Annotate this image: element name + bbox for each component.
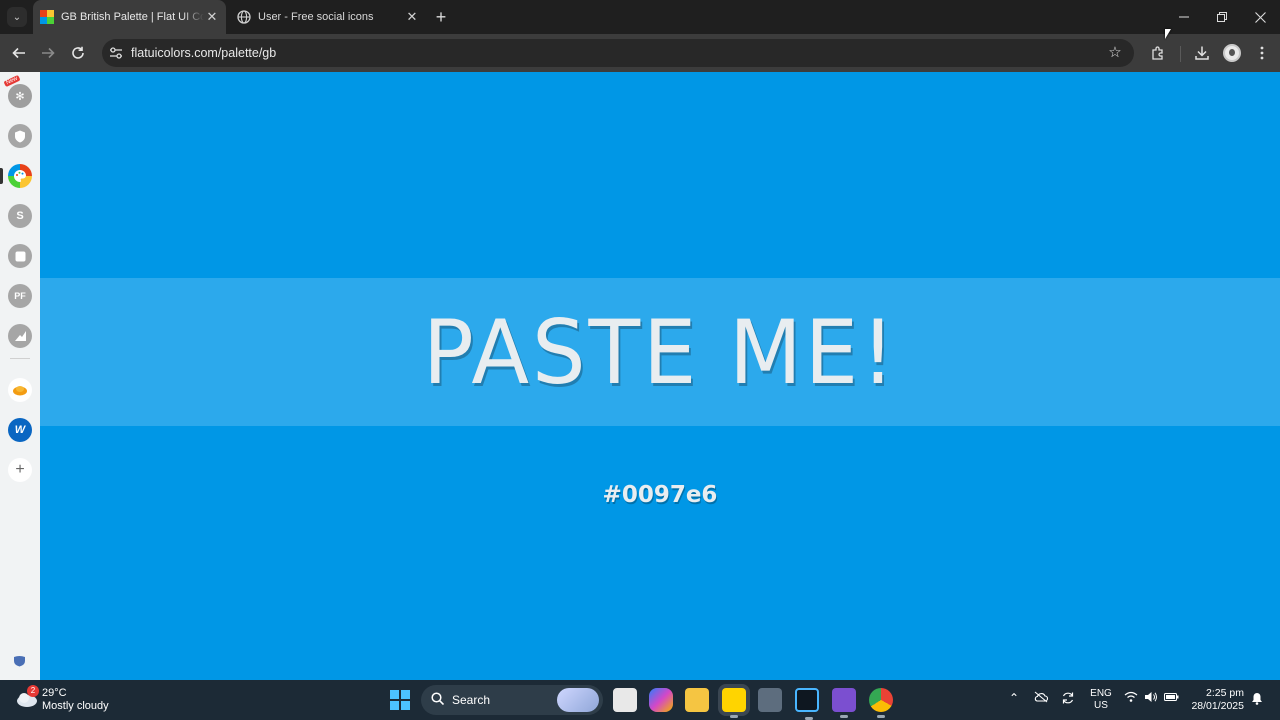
side-panel: ✻ New S PF W + xyxy=(0,72,40,680)
menu-dots-icon[interactable] xyxy=(1252,43,1272,63)
address-bar[interactable]: flatuicolors.com/palette/gb ☆ xyxy=(102,39,1134,67)
taskbar-search[interactable]: Search xyxy=(421,685,603,715)
language-code: ENG xyxy=(1090,688,1112,699)
shield-app-icon[interactable] xyxy=(8,124,32,148)
tab-search-button[interactable]: ⌄ xyxy=(7,7,27,27)
sync-icon[interactable] xyxy=(1061,691,1075,708)
paste-me-headline: PASTE ME! xyxy=(422,300,898,404)
tab-close-icon[interactable]: ✕ xyxy=(204,9,220,25)
tab-title: User - Free social icons xyxy=(258,11,374,23)
bookmark-star-icon[interactable]: ☆ xyxy=(1106,44,1124,62)
url-text: flatuicolors.com/palette/gb xyxy=(131,46,277,60)
visual-studio-icon[interactable] xyxy=(832,688,856,718)
clock-date: 28/01/2025 xyxy=(1191,700,1244,712)
terminal-app-icon[interactable] xyxy=(795,688,819,720)
extensions-icon[interactable] xyxy=(1148,43,1168,63)
s-app-icon[interactable]: S xyxy=(8,204,32,228)
browser-toolbar: flatuicolors.com/palette/gb ☆ xyxy=(0,34,1280,72)
sidebar-bottom-icon[interactable] xyxy=(13,654,26,667)
file-explorer-icon[interactable] xyxy=(685,688,709,712)
wifi-icon[interactable] xyxy=(1124,691,1138,706)
sticky-notes-icon[interactable] xyxy=(722,688,746,718)
browser-titlebar: ⌄ GB British Palette | Flat UI Colors ✕ … xyxy=(0,0,1280,34)
notification-bell-icon[interactable] xyxy=(1251,692,1263,708)
battery-icon[interactable] xyxy=(1164,691,1179,705)
start-button[interactable] xyxy=(390,690,410,710)
add-app-icon[interactable]: + xyxy=(8,458,32,482)
tab-close-icon[interactable]: ✕ xyxy=(404,9,420,25)
forward-button[interactable] xyxy=(37,42,59,64)
restore-icon xyxy=(1217,12,1227,22)
square-app-icon[interactable] xyxy=(8,244,32,268)
task-view-icon[interactable] xyxy=(613,688,637,712)
tab-user-social-icons[interactable]: User - Free social icons ✕ xyxy=(230,0,426,34)
arrow-left-icon xyxy=(12,47,25,59)
download-icon[interactable] xyxy=(1192,43,1212,63)
search-highlight-image xyxy=(557,688,599,712)
w-app-icon[interactable]: W xyxy=(8,418,32,442)
chevron-up-icon[interactable]: ⌃ xyxy=(1009,691,1019,705)
back-button[interactable] xyxy=(8,42,30,64)
close-icon xyxy=(1254,11,1266,23)
reload-icon xyxy=(72,46,84,59)
orange-app-icon[interactable] xyxy=(8,378,32,402)
mouse-cursor xyxy=(1165,29,1171,39)
volume-icon[interactable] xyxy=(1144,691,1158,706)
sidebar-divider xyxy=(10,358,30,359)
globe-icon xyxy=(237,10,251,24)
weather-description: Mostly cloudy xyxy=(42,700,109,712)
minimize-icon xyxy=(1179,16,1189,18)
chrome-icon[interactable] xyxy=(869,688,893,718)
toolbar-divider xyxy=(1180,46,1181,62)
headline-band: PASTE ME! xyxy=(40,278,1280,426)
flatui-favicon-icon xyxy=(40,10,54,24)
active-indicator xyxy=(0,168,3,184)
color-copied-overlay[interactable]: PASTE ME! #0097e6 xyxy=(40,72,1280,680)
snowflake-app-icon[interactable]: ✻ xyxy=(8,84,32,108)
clock-time: 2:25 pm xyxy=(1206,687,1244,699)
tab-title: GB British Palette | Flat UI Colors xyxy=(61,11,204,23)
pf-app-icon[interactable]: PF xyxy=(8,284,32,308)
language-indicator[interactable]: ENG US xyxy=(1090,688,1112,712)
copied-color-hex: #0097e6 xyxy=(602,482,718,508)
system-clock[interactable]: 2:25 pm 28/01/2025 xyxy=(1188,687,1244,713)
tools-app-icon[interactable] xyxy=(758,688,782,712)
search-icon xyxy=(431,692,445,708)
reload-button[interactable] xyxy=(67,42,89,64)
weather-temperature: 29°C xyxy=(42,687,67,699)
palette-app-icon[interactable] xyxy=(8,164,32,188)
search-label: Search xyxy=(452,693,491,707)
tab-british-palette[interactable]: GB British Palette | Flat UI Colors ✕ xyxy=(33,0,226,34)
copilot-icon[interactable] xyxy=(649,688,673,712)
region-code: US xyxy=(1094,700,1108,711)
profile-avatar[interactable] xyxy=(1223,44,1241,62)
weather-badge: 2 xyxy=(27,685,39,697)
windows-taskbar: 2 29°C Mostly cloudy Search ⌃ ENG US 2:2… xyxy=(0,680,1280,720)
chart-app-icon[interactable] xyxy=(8,324,32,348)
cloud-offline-icon[interactable] xyxy=(1034,691,1049,706)
new-tab-button[interactable]: + xyxy=(432,8,450,26)
site-info-icon[interactable] xyxy=(108,45,124,61)
arrow-right-icon xyxy=(42,47,55,59)
close-window-button[interactable] xyxy=(1241,0,1279,34)
restore-button[interactable] xyxy=(1203,0,1241,34)
